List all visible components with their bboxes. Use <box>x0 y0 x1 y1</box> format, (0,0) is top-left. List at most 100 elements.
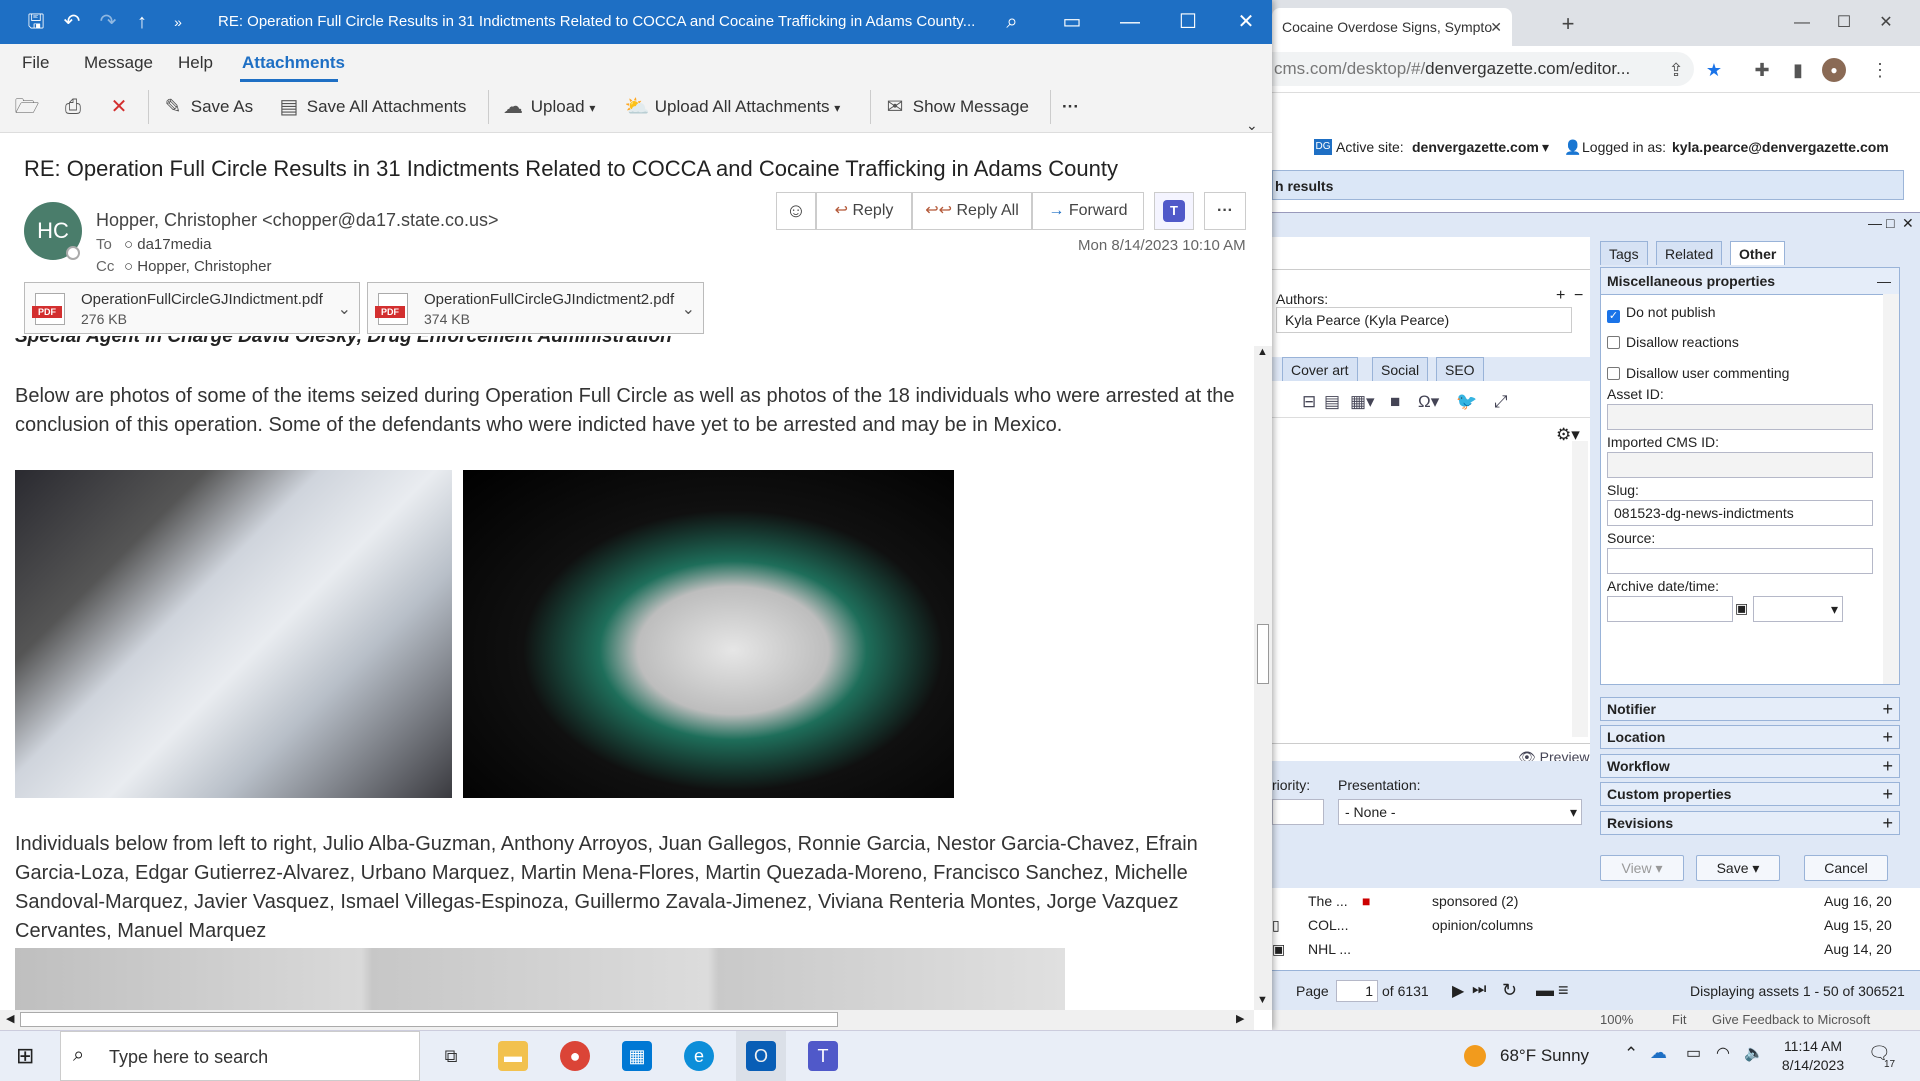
slug-field[interactable]: 081523-dg-news-indictments <box>1607 500 1873 526</box>
collapse-ribbon-icon[interactable]: ⌄ <box>1246 112 1258 138</box>
clock[interactable]: 11:14 AM 8/14/2023 <box>1776 1037 1850 1075</box>
chevron-down-icon[interactable]: ⌄ <box>338 299 351 319</box>
disallow-reactions-row[interactable]: Disallow reactions <box>1607 332 1739 352</box>
browser-menu-icon[interactable]: ⋮ <box>1868 58 1892 82</box>
open-folder-icon[interactable]: 🗁 <box>14 94 40 120</box>
battery-icon[interactable]: ▭ <box>1686 1043 1701 1063</box>
do-not-publish-checkbox[interactable]: ✓ <box>1607 310 1620 323</box>
table-icon[interactable]: ⊟ <box>1302 387 1316 417</box>
tab-help[interactable]: Help <box>178 53 213 73</box>
archive-time-field[interactable]: ▾ <box>1753 596 1843 622</box>
tab-tags[interactable]: Tags <box>1600 241 1648 265</box>
fit-label[interactable]: Fit <box>1672 1010 1686 1030</box>
scroll-up-icon[interactable]: ▲ <box>1257 346 1268 358</box>
next-page-icon[interactable]: ▶ <box>1452 981 1464 1001</box>
active-site-selector[interactable]: denvergazette.com <box>1412 132 1539 162</box>
chevron-down-icon[interactable]: ⌄ <box>682 299 695 319</box>
tab-social[interactable]: Social <box>1372 357 1429 381</box>
section-notifier[interactable]: Notifier + <box>1600 697 1900 721</box>
file-explorer-icon[interactable]: ▬ <box>498 1041 528 1071</box>
side-panel-icon[interactable]: ▮ <box>1786 58 1810 82</box>
cc-recipient[interactable]: ○ Hopper, Christopher <box>124 258 271 275</box>
dialog-close-icon[interactable]: ✕ <box>1902 215 1914 232</box>
upload-button[interactable]: ☁ Upload ▾ <box>500 94 595 120</box>
list-view-icon[interactable]: ▬ <box>1536 980 1554 1001</box>
collapse-icon[interactable]: — <box>1877 268 1891 294</box>
extensions-icon[interactable]: ✚ <box>1750 58 1774 82</box>
taskbar-search[interactable]: ⌕ Type here to search <box>60 1031 420 1081</box>
redo-icon[interactable]: ↷ <box>96 10 120 34</box>
horizontal-scrollbar[interactable]: ◀ ▶ <box>0 1010 1254 1030</box>
reply-all-button[interactable]: ↩↩ Reply All <box>912 192 1032 230</box>
document-icon[interactable]: ▤ <box>1324 387 1340 417</box>
grid-icon[interactable]: ▦▾ <box>1350 387 1375 417</box>
disallow-commenting-checkbox[interactable] <box>1607 367 1620 380</box>
minimize-icon[interactable]: — <box>1782 10 1822 36</box>
more-options-icon[interactable]: ··· <box>1062 94 1079 120</box>
editor-scrollbar[interactable] <box>1572 441 1588 737</box>
to-recipient[interactable]: ○ da17media <box>124 236 211 253</box>
chrome-icon[interactable]: ● <box>560 1041 590 1071</box>
tab-file[interactable]: File <box>22 53 49 73</box>
share-icon[interactable]: ⇪ <box>1664 58 1688 82</box>
archive-date-field[interactable] <box>1607 596 1733 622</box>
twitter-icon[interactable]: 🐦 <box>1456 387 1477 417</box>
tab-seo[interactable]: SEO <box>1436 357 1484 381</box>
calendar-icon[interactable]: ▣ <box>1735 600 1748 617</box>
table-row[interactable]: ▣ NHL ... Aug 14, 20 <box>1272 938 1920 960</box>
wifi-icon[interactable]: ◠ <box>1716 1043 1730 1063</box>
task-view-icon[interactable]: ⧉ <box>436 1041 466 1071</box>
browser-tab[interactable]: Cocaine Overdose Signs, Sympto ✕ <box>1272 8 1512 46</box>
refresh-icon[interactable]: ↻ <box>1502 980 1517 1001</box>
more-actions-icon[interactable]: ··· <box>1204 192 1246 230</box>
emoji-icon[interactable]: ☺ <box>776 192 816 230</box>
dialog-maximize-icon[interactable]: □ <box>1886 215 1894 231</box>
section-location[interactable]: Location + <box>1600 725 1900 749</box>
table-row[interactable]: The ... ■ sponsored (2) Aug 16, 20 <box>1272 890 1920 912</box>
detail-view-icon[interactable]: ≡ <box>1558 980 1569 1001</box>
attachment-item[interactable]: PDF OperationFullCircleGJIndictment2.pdf… <box>367 282 704 334</box>
disallow-reactions-checkbox[interactable] <box>1607 336 1620 349</box>
edge-icon[interactable]: e <box>684 1041 714 1071</box>
remove-author-icon[interactable]: − <box>1574 287 1583 305</box>
close-window-icon[interactable]: ✕ <box>1866 10 1906 36</box>
source-field[interactable] <box>1607 548 1873 574</box>
section-workflow[interactable]: Workflow + <box>1600 754 1900 778</box>
add-author-icon[interactable]: + <box>1556 287 1565 305</box>
scroll-down-icon[interactable]: ▼ <box>1257 994 1268 1006</box>
headline-field[interactable] <box>1272 237 1590 270</box>
scroll-thumb[interactable] <box>20 1012 838 1027</box>
remove-attachment-icon[interactable]: ✕ <box>106 94 132 120</box>
address-bar[interactable]: cms.com/desktop/#/denvergazette.com/edit… <box>1272 52 1694 86</box>
chevron-up-icon[interactable]: ⌃ <box>1624 1044 1638 1064</box>
view-button[interactable]: View ▾ <box>1600 855 1684 881</box>
presentation-select[interactable]: - None - ▾ <box>1338 799 1582 825</box>
cancel-button[interactable]: Cancel <box>1804 855 1888 881</box>
save-all-attachments-button[interactable]: ▤ Save All Attachments <box>276 94 467 120</box>
upload-all-attachments-button[interactable]: ⛅ Upload All Attachments ▾ <box>624 94 841 120</box>
close-tab-icon[interactable]: ✕ <box>1490 8 1502 46</box>
disallow-commenting-row[interactable]: Disallow user commenting <box>1607 363 1789 383</box>
do-not-publish-row[interactable]: ✓ Do not publish <box>1607 302 1716 323</box>
tab-other[interactable]: Other <box>1730 241 1786 265</box>
save-button[interactable]: Save ▾ <box>1696 855 1780 881</box>
section-custom-properties[interactable]: Custom properties + <box>1600 782 1900 806</box>
show-message-button[interactable]: ✉ Show Message <box>882 94 1029 120</box>
scroll-right-icon[interactable]: ▶ <box>1236 1012 1244 1025</box>
windows-start-icon[interactable]: ⊞ <box>16 1043 34 1069</box>
logged-in-user[interactable]: kyla.pearce@denvergazette.com <box>1672 132 1889 162</box>
fullscreen-icon[interactable]: ⤢ <box>1494 387 1508 417</box>
video-icon[interactable]: ■ <box>1390 387 1400 417</box>
vertical-scrollbar[interactable]: ▲ ▼ <box>1254 346 1272 1010</box>
teams-icon[interactable]: T <box>1154 192 1194 230</box>
forward-button[interactable]: → Forward <box>1032 192 1144 230</box>
omega-icon[interactable]: Ω▾ <box>1418 387 1439 417</box>
scroll-left-icon[interactable]: ◀ <box>6 1012 14 1025</box>
up-arrow-icon[interactable]: ↑ <box>130 10 154 34</box>
tab-cover-art[interactable]: Cover art <box>1282 357 1358 381</box>
restore-layout-icon[interactable]: ▭ <box>1060 10 1084 34</box>
reply-button[interactable]: ↩ Reply <box>816 192 912 230</box>
page-input[interactable]: 1 <box>1336 980 1378 1002</box>
tab-message[interactable]: Message <box>84 53 153 73</box>
save-icon[interactable]: 🖫 <box>24 10 48 34</box>
